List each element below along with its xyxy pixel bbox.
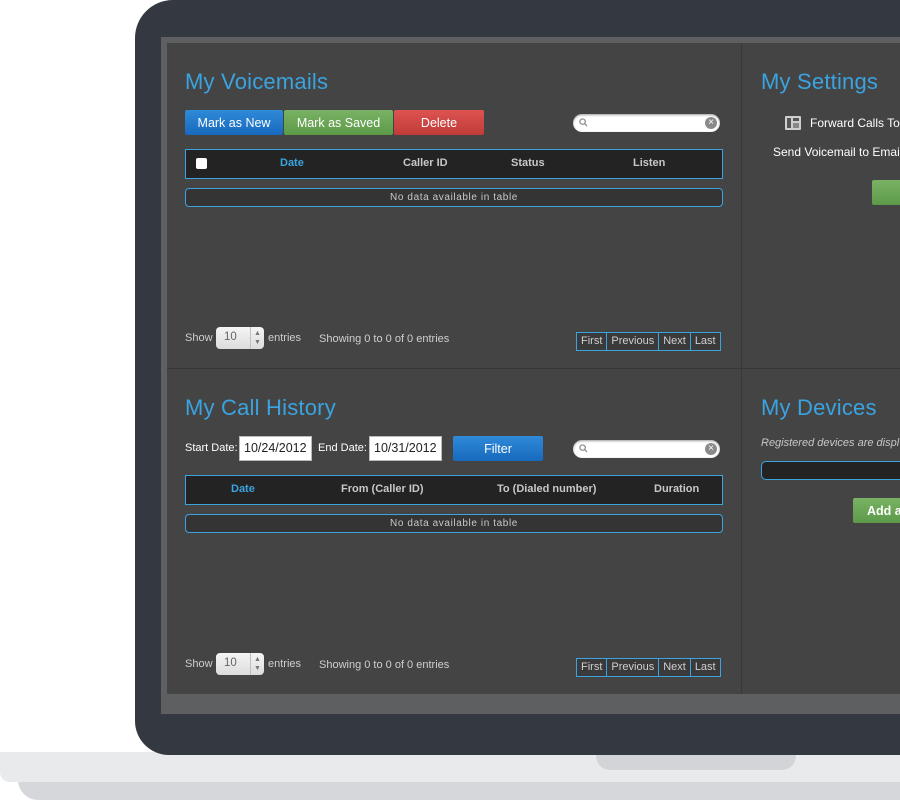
laptop-base-shadow	[18, 780, 900, 800]
voicemail-search-input[interactable]	[591, 116, 699, 130]
voicemail-empty-row: No data available in table	[185, 188, 723, 207]
end-date-input[interactable]: 10/31/2012	[369, 436, 442, 461]
entries-label: entries	[268, 332, 302, 344]
settings-save-button[interactable]	[872, 180, 900, 205]
start-date-label: Start Date:	[185, 442, 238, 454]
voicemail-entries-select[interactable]: 10 ▲ ▼	[216, 327, 264, 349]
call-history-search-input[interactable]	[591, 442, 699, 456]
column-caller-id[interactable]: Caller ID	[403, 157, 448, 169]
clear-search-icon[interactable]: ×	[705, 443, 717, 455]
send-voicemail-label: Send Voicemail to Email	[773, 145, 900, 159]
start-date-input[interactable]: 10/24/2012	[239, 436, 312, 461]
voicemails-title: My Voicemails	[185, 69, 329, 94]
pager-last[interactable]: Last	[690, 659, 720, 676]
column-listen[interactable]: Listen	[633, 157, 665, 169]
voicemail-table-info: Showing 0 to 0 of 0 entries	[319, 333, 450, 345]
pager-previous[interactable]: Previous	[607, 659, 660, 676]
column-to[interactable]: To (Dialed number)	[497, 483, 596, 495]
column-date[interactable]: Date	[280, 157, 304, 169]
row-divider	[167, 368, 900, 369]
column-status[interactable]: Status	[511, 157, 545, 169]
stepper-arrows-icon: ▲ ▼	[250, 653, 264, 675]
column-from[interactable]: From (Caller ID)	[341, 483, 424, 495]
show-label: Show	[185, 658, 213, 670]
search-icon	[579, 444, 588, 453]
devices-list-field	[761, 461, 900, 480]
filter-button[interactable]: Filter	[453, 436, 543, 461]
pager-next[interactable]: Next	[659, 659, 691, 676]
dashboard-app: My Voicemails Mark as New Mark as Saved …	[167, 43, 900, 694]
call-history-entries-select[interactable]: 10 ▲ ▼	[216, 653, 264, 675]
pager-previous[interactable]: Previous	[607, 333, 660, 350]
delete-button[interactable]: Delete	[394, 110, 484, 135]
call-history-pagination: First Previous Next Last	[576, 658, 721, 677]
end-date-label: End Date:	[318, 442, 367, 454]
pager-first[interactable]: First	[577, 333, 608, 350]
show-label: Show	[185, 332, 213, 344]
add-device-button[interactable]: Add a	[853, 498, 900, 523]
call-history-title: My Call History	[185, 395, 336, 420]
pager-next[interactable]: Next	[659, 333, 691, 350]
pager-first[interactable]: First	[577, 659, 608, 676]
devices-title: My Devices	[761, 395, 877, 420]
voicemail-table-header: Date Caller ID Status Listen	[185, 149, 723, 179]
registered-devices-text: Registered devices are displ	[761, 437, 900, 449]
mark-as-saved-button[interactable]: Mark as Saved	[284, 110, 393, 135]
voicemail-search: ×	[573, 114, 720, 132]
voicemail-pagination: First Previous Next Last	[576, 332, 721, 351]
call-history-table-header: Date From (Caller ID) To (Dialed number)…	[185, 475, 723, 505]
entries-value: 10	[224, 331, 237, 343]
entries-label: entries	[268, 658, 302, 670]
call-history-table-info: Showing 0 to 0 of 0 entries	[319, 659, 450, 671]
entries-value: 10	[224, 657, 237, 669]
call-history-empty-row: No data available in table	[185, 514, 723, 533]
forward-calls-label: Forward Calls To	[810, 116, 900, 130]
phone-icon	[785, 116, 801, 130]
column-duration[interactable]: Duration	[654, 483, 699, 495]
search-icon	[579, 118, 588, 127]
mark-as-new-button[interactable]: Mark as New	[185, 110, 283, 135]
pager-last[interactable]: Last	[690, 333, 720, 350]
select-all-checkbox[interactable]	[196, 158, 207, 169]
column-date[interactable]: Date	[231, 483, 255, 495]
clear-search-icon[interactable]: ×	[705, 117, 717, 129]
call-history-search: ×	[573, 440, 720, 458]
stepper-arrows-icon: ▲ ▼	[250, 327, 264, 349]
settings-title: My Settings	[761, 69, 879, 94]
laptop-screen: My Voicemails Mark as New Mark as Saved …	[161, 37, 900, 714]
